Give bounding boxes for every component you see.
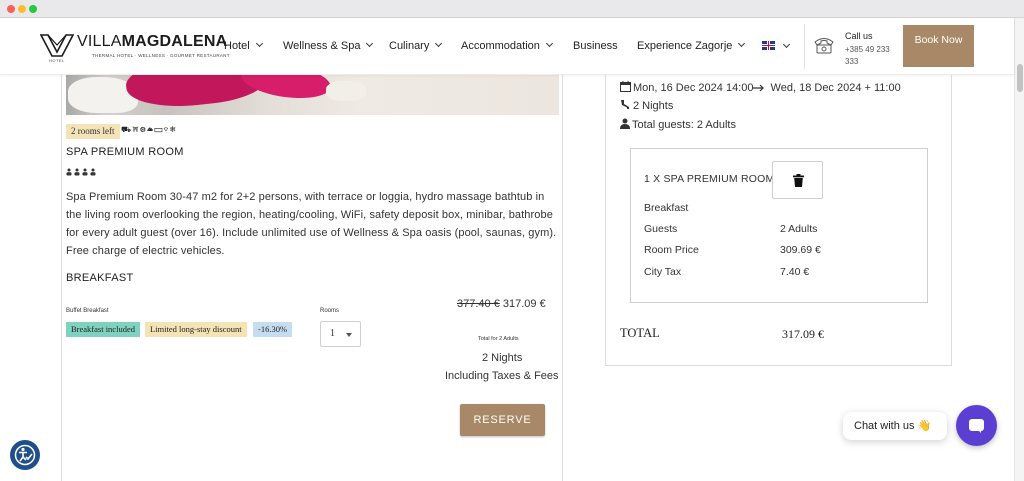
browser-chrome [0,0,1024,18]
logo-mark-icon [40,34,74,57]
summary-guests: Total guests: 2 Adults [620,118,736,131]
chevron-down-icon [255,39,263,48]
nav-hotel[interactable]: Hotel [224,39,263,52]
chat-message-icon [969,419,984,433]
nav-wellness-spa[interactable]: Wellness & Spa [283,39,374,52]
page-scrollbar[interactable] [1014,18,1024,481]
person-icon [620,118,630,129]
total-value: 317.09 € [782,327,824,341]
nav-business[interactable]: Business [573,40,618,52]
nav-culinary[interactable]: Culinary [389,39,443,52]
site-header: VILLAMAGDALENA THERMAL HOTEL · WELLNESS … [0,18,1014,75]
tag-discount-percent: -16.30% [253,322,293,337]
nights-count: 2 Nights [482,352,523,364]
room-name: SPA PREMIUM ROOM [66,146,184,158]
old-price: 377.40 € [457,298,500,310]
chevron-down-icon [366,39,374,48]
call-us-label: Call us [845,31,873,41]
summary-row-value: 7.40 € [780,266,810,278]
summary-row-label: City Tax [644,266,682,278]
dropdown-arrow-icon [346,333,352,337]
tag-breakfast-included: Breakfast included [66,322,140,337]
summary-nights: 2 Nights [620,99,673,112]
summary-row-value: 309.69 € [780,244,821,256]
nav-experience-zagorje[interactable]: Experience Zagorje [637,39,746,52]
chevron-down-icon [545,39,553,48]
accessibility-button[interactable] [10,440,40,470]
call-number[interactable]: +385 49 233 333 [845,44,897,68]
summary-row-label: Room Price [644,244,699,256]
reserve-button[interactable]: RESERVE [460,404,545,436]
chevron-down-icon [435,39,443,48]
accessibility-icon [14,444,36,466]
logo-hotel-label: HOTEL [49,58,65,63]
rooms-select[interactable]: 1 [320,321,361,347]
person-icon [66,168,96,176]
trash-icon [793,174,804,187]
room-photo [66,75,559,115]
arrow-right-icon [753,84,765,92]
guest-capacity-icon [66,168,98,178]
nav-accommodation[interactable]: Accommodation [461,39,553,52]
tag-long-stay-discount: Limited long-stay discount [145,322,247,337]
price: 377.40 € 317.09 € [457,298,546,310]
remove-item-button[interactable] [772,161,823,199]
summary-row-label: Guests [644,223,678,235]
phone-icon[interactable] [813,35,835,55]
buffet-label: Buffet Breakfast [66,308,109,314]
calendar-icon [620,81,631,92]
book-now-button[interactable]: Book Now [903,25,974,67]
rooms-left-badge: 2 rooms left [66,124,120,139]
language-chevron-down-icon[interactable] [782,40,791,49]
chat-prompt[interactable]: Chat with us 👋 [843,412,947,440]
scrollbar-thumb[interactable] [1017,64,1023,92]
rate-title: BREAKFAST [66,272,134,284]
logo-subtitle: THERMAL HOTEL · WELLNESS · GOURMET RESTA… [92,53,230,58]
header-divider [804,24,805,69]
minimize-window-button[interactable] [18,5,26,13]
chevron-down-icon [738,39,746,48]
amenity-icons: ⛟⛩⚙☁▭⌔❄ [121,125,178,134]
total-label: TOTAL [620,326,660,340]
maximize-window-button[interactable] [29,5,37,13]
new-price: 317.09 € [502,298,546,310]
bed-icon [621,100,629,109]
chat-button[interactable] [956,405,997,446]
rooms-label: Rooms [320,308,340,314]
summary-item-title: 1 X SPA PREMIUM ROOM [644,173,775,185]
logo-wordmark: VILLAMAGDALENA [77,33,228,50]
uk-flag-icon[interactable] [762,41,775,50]
summary-dates: Mon, 16 Dec 2024 14:00 Wed, 18 Dec 2024 … [620,81,901,94]
summary-row-value: 2 Adults [780,223,818,235]
total-for-label: Total for 2 Adults [478,336,519,342]
including-taxes-label: Including Taxes & Fees [445,370,559,382]
summary-rate-name: Breakfast [644,202,689,214]
room-description: Spa Premium Room 30-47 m2 for 2+2 person… [66,191,557,257]
logo[interactable]: VILLAMAGDALENA THERMAL HOTEL · WELLNESS … [40,30,229,64]
close-window-button[interactable] [7,5,15,13]
